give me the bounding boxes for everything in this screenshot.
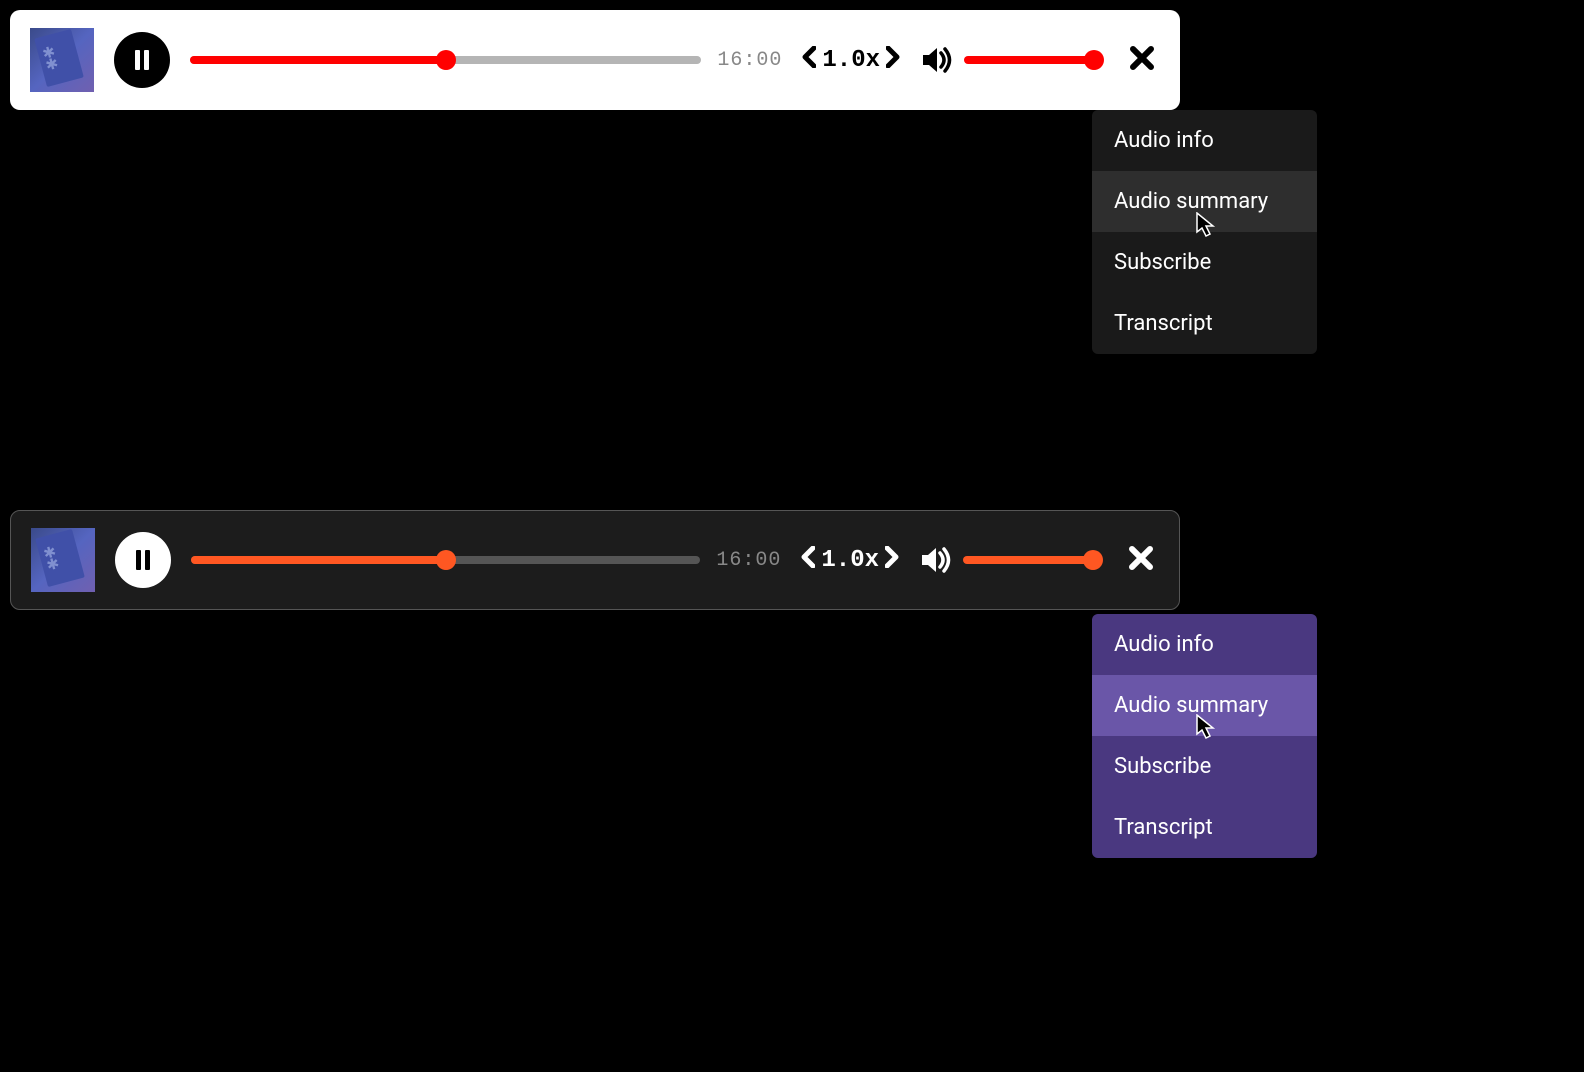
playback-speed-control: 1.0x (802, 46, 900, 75)
progress-fill (190, 56, 446, 64)
speed-value: 1.0x (822, 47, 880, 74)
progress-track[interactable] (190, 56, 701, 64)
menu-item-audio-summary[interactable]: Audio summary (1092, 171, 1317, 232)
progress-fill (191, 556, 446, 564)
menu-item-audio-info[interactable]: Audio info (1092, 110, 1317, 171)
volume-handle[interactable] (1084, 50, 1104, 70)
playback-speed-control: 1.0x (801, 546, 899, 575)
volume-track[interactable] (964, 56, 1094, 64)
audio-player-dark: 16:00 1.0x (10, 510, 1180, 610)
duration-label: 16:00 (717, 49, 782, 72)
track-thumbnail[interactable] (30, 28, 94, 92)
menu-item-transcript[interactable]: Transcript (1092, 797, 1317, 858)
volume-icon[interactable] (919, 545, 953, 575)
menu-item-subscribe[interactable]: Subscribe (1092, 232, 1317, 293)
progress-section: 16:00 (191, 549, 781, 572)
context-menu-light: Audio info Audio summary Subscribe Trans… (1092, 110, 1317, 354)
menu-item-audio-summary[interactable]: Audio summary (1092, 675, 1317, 736)
volume-icon[interactable] (920, 45, 954, 75)
context-menu-dark: Audio info Audio summary Subscribe Trans… (1092, 614, 1317, 858)
volume-track[interactable] (963, 556, 1093, 564)
speed-increase-button[interactable] (886, 46, 900, 75)
volume-control (920, 45, 1094, 75)
track-thumbnail[interactable] (31, 528, 95, 592)
menu-item-subscribe[interactable]: Subscribe (1092, 736, 1317, 797)
volume-handle[interactable] (1083, 550, 1103, 570)
menu-item-audio-info[interactable]: Audio info (1092, 614, 1317, 675)
audio-player-light: 16:00 1.0x (10, 10, 1180, 110)
pause-icon (135, 50, 149, 70)
close-button[interactable] (1130, 43, 1154, 78)
close-button[interactable] (1129, 543, 1153, 578)
speed-decrease-button[interactable] (802, 46, 816, 75)
speed-value: 1.0x (821, 547, 879, 574)
speed-decrease-button[interactable] (801, 546, 815, 575)
speed-increase-button[interactable] (885, 546, 899, 575)
pause-icon (136, 550, 150, 570)
volume-control (919, 545, 1093, 575)
pause-button[interactable] (115, 532, 171, 588)
pause-button[interactable] (114, 32, 170, 88)
progress-section: 16:00 (190, 49, 782, 72)
progress-track[interactable] (191, 556, 700, 564)
progress-handle[interactable] (436, 550, 456, 570)
duration-label: 16:00 (716, 549, 781, 572)
progress-handle[interactable] (436, 50, 456, 70)
menu-item-transcript[interactable]: Transcript (1092, 293, 1317, 354)
